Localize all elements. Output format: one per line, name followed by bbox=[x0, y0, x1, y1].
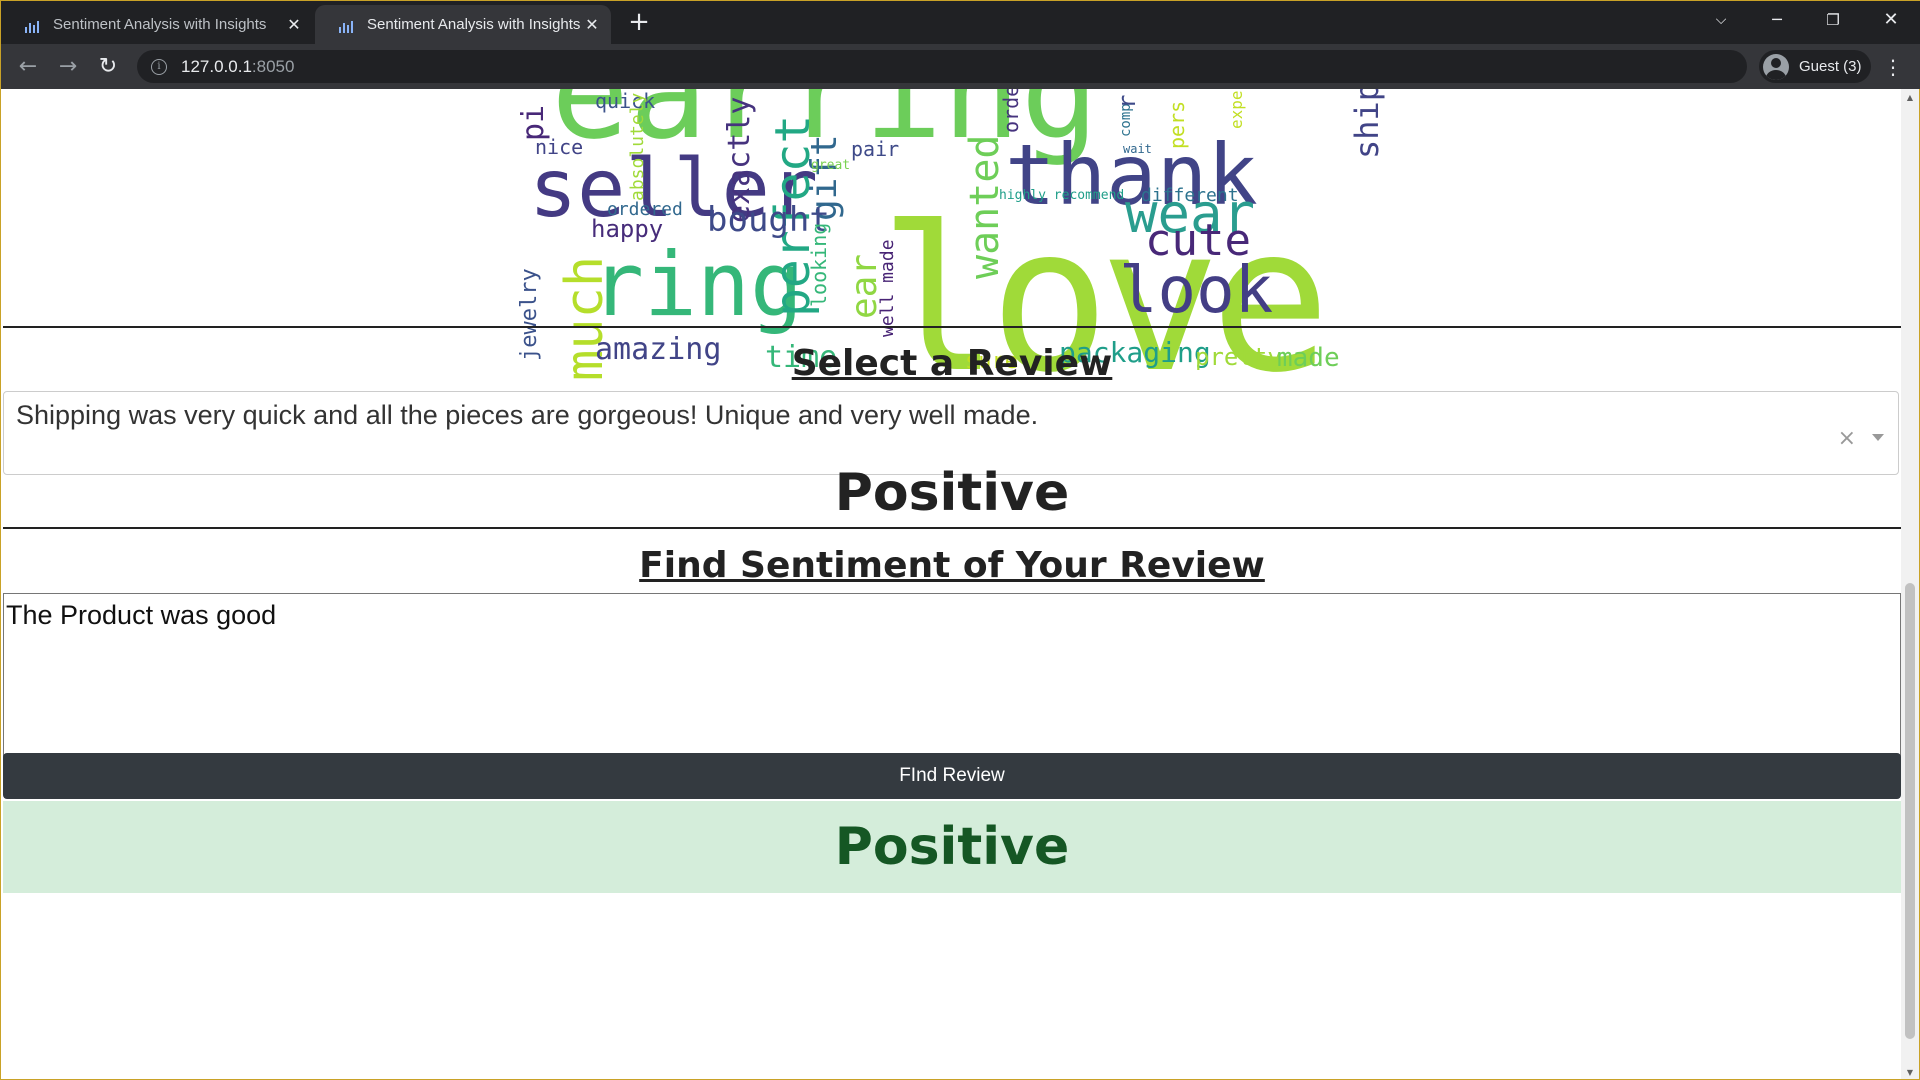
minimize-icon[interactable]: ─ bbox=[1749, 1, 1805, 41]
back-icon[interactable]: ← bbox=[13, 52, 43, 82]
word: looking bbox=[807, 222, 831, 307]
word: well made bbox=[877, 239, 898, 337]
selected-review-sentiment: Positive bbox=[834, 463, 1070, 523]
word: cute bbox=[1145, 215, 1251, 266]
tab-bar: Sentiment Analysis with Insights ✕ Senti… bbox=[1, 1, 1920, 44]
word: happy bbox=[591, 215, 664, 243]
word: wait bbox=[1123, 142, 1152, 156]
new-tab-button[interactable]: + bbox=[625, 7, 653, 37]
clear-icon[interactable]: × bbox=[1838, 426, 1856, 451]
find-review-button[interactable]: FInd Review bbox=[3, 753, 1901, 799]
scroll-up-icon[interactable]: ▲ bbox=[1905, 93, 1915, 102]
select-review-heading: Select a Review bbox=[791, 343, 1113, 384]
review-textarea[interactable]: The Product was good bbox=[3, 593, 1901, 779]
chart-favicon-icon bbox=[339, 17, 355, 33]
chart-favicon-icon bbox=[25, 17, 41, 33]
find-sentiment-heading: Find Sentiment of Your Review bbox=[639, 545, 1265, 586]
browser-window: Sentiment Analysis with Insights ✕ Senti… bbox=[0, 0, 1920, 1080]
close-tab-icon[interactable]: ✕ bbox=[583, 15, 601, 35]
info-icon[interactable]: i bbox=[151, 58, 167, 75]
restore-icon[interactable]: ❐ bbox=[1805, 1, 1861, 41]
url-host: 127.0.0.1 bbox=[181, 56, 252, 76]
scrollbar-thumb[interactable] bbox=[1905, 583, 1915, 1039]
url-port: :8050 bbox=[251, 56, 295, 76]
reload-icon[interactable]: ↻ bbox=[93, 52, 123, 82]
word: pers bbox=[1165, 100, 1189, 149]
divider bbox=[3, 527, 1901, 529]
word: great bbox=[811, 158, 851, 173]
word: orde bbox=[999, 89, 1023, 133]
page-viewport: earring love thank seller ring much perf… bbox=[3, 89, 1901, 1079]
tab-search-icon[interactable]: ⌵ bbox=[1693, 1, 1749, 41]
browser-toolbar: ← → ↻ i 127.0.0.1:8050 Guest (3) ⋮ bbox=[1, 44, 1920, 89]
word: r bbox=[1113, 94, 1141, 109]
word: different bbox=[1141, 185, 1239, 206]
avatar-icon bbox=[1763, 53, 1789, 80]
browser-tab-2[interactable]: Sentiment Analysis with Insights ✕ bbox=[315, 5, 611, 44]
close-tab-icon[interactable]: ✕ bbox=[285, 15, 303, 35]
sentiment-result-alert: Positive bbox=[3, 801, 1901, 893]
word: expe bbox=[1227, 90, 1246, 129]
chevron-down-icon[interactable] bbox=[1872, 434, 1884, 441]
forward-icon[interactable]: → bbox=[53, 52, 83, 82]
close-window-icon[interactable]: ✕ bbox=[1863, 1, 1919, 41]
tab-title: Sentiment Analysis with Insights bbox=[53, 16, 267, 33]
tab-title: Sentiment Analysis with Insights bbox=[367, 16, 581, 33]
textarea-value: The Product was good bbox=[6, 600, 277, 630]
address-bar[interactable]: i 127.0.0.1:8050 bbox=[137, 50, 1747, 83]
page-scrollbar[interactable]: ▲ ▼ bbox=[1901, 89, 1919, 1079]
word: absolutely bbox=[627, 92, 648, 201]
dropdown-selected-value: Shipping was very quick and all the piec… bbox=[16, 400, 1039, 430]
profile-label: Guest (3) bbox=[1799, 58, 1862, 75]
menu-icon[interactable]: ⋮ bbox=[1881, 52, 1905, 82]
word: highly recommend bbox=[999, 188, 1125, 203]
divider bbox=[3, 326, 1901, 328]
scroll-down-icon[interactable]: ▼ bbox=[1905, 1068, 1915, 1077]
word: pair bbox=[851, 137, 900, 161]
profile-button[interactable]: Guest (3) bbox=[1759, 50, 1871, 83]
word: look bbox=[1119, 254, 1274, 328]
word: shipp bbox=[1348, 89, 1386, 159]
word: nice bbox=[535, 135, 584, 159]
word: wanted bbox=[962, 134, 1008, 280]
browser-tab-1[interactable]: Sentiment Analysis with Insights ✕ bbox=[1, 5, 313, 44]
